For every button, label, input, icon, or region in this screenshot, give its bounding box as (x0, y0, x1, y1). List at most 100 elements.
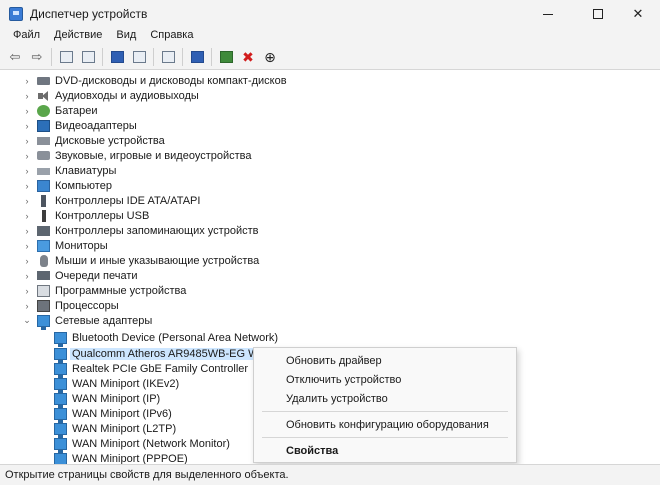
menu-action[interactable]: Действие (47, 29, 109, 41)
uninstall-x-icon: ✖ (242, 48, 254, 65)
chevron-right-icon[interactable]: › (22, 298, 32, 313)
properties-icon (59, 50, 73, 63)
close-button[interactable]: ✕ (616, 0, 660, 28)
chevron-right-icon[interactable]: › (22, 88, 32, 103)
properties-button[interactable] (57, 48, 75, 66)
chevron-down-icon[interactable]: ⌄ (22, 313, 32, 328)
chevron-right-icon[interactable]: › (22, 73, 32, 88)
printer-icon (161, 50, 175, 63)
tree-item-label: Компьютер (55, 179, 112, 192)
chevron-right-icon[interactable]: › (22, 118, 32, 133)
print-button[interactable] (159, 48, 177, 66)
view-icon (132, 50, 146, 63)
tree-item-label: WAN Miniport (Network Monitor) (72, 437, 230, 450)
computer-icon (37, 179, 50, 192)
tree-item-label: Звуковые, игровые и видеоустройства (55, 149, 252, 162)
tree-item-label: Клавиатуры (55, 164, 117, 177)
uninstall-button[interactable]: ✖ (239, 48, 257, 66)
monitor-icon (37, 239, 50, 252)
update-driver-menu-item[interactable]: Обновить драйвер (254, 352, 516, 370)
show-hide-icon (81, 50, 95, 63)
storage-controller-icon (37, 226, 50, 236)
download-button[interactable]: ⊕ (261, 48, 279, 66)
tree-item-label: Мониторы (55, 239, 108, 252)
print-queue-icon (37, 271, 50, 280)
tree-item-label: Процессоры (55, 299, 119, 312)
uninstall-device-menu-item[interactable]: Удалить устройство (254, 390, 516, 408)
chevron-right-icon[interactable]: › (22, 133, 32, 148)
processor-icon (37, 299, 50, 312)
network-adapter-icon (54, 362, 67, 378)
status-bar: Открытие страницы свойств для выделенног… (0, 464, 660, 485)
maximize-icon (593, 9, 603, 19)
tree-item-label: Очереди печати (55, 269, 138, 282)
menu-file[interactable]: Файл (6, 29, 47, 41)
chevron-right-icon[interactable]: › (22, 103, 32, 118)
minimize-button[interactable] (526, 0, 570, 28)
chevron-right-icon[interactable]: › (22, 253, 32, 268)
update-driver-button[interactable] (217, 48, 235, 66)
view-button[interactable] (130, 48, 148, 66)
usb-controller-icon (42, 209, 46, 222)
software-device-icon (37, 284, 50, 297)
network-adapter-icon (54, 422, 67, 438)
tree-item-label: Программные устройства (55, 284, 187, 297)
chevron-right-icon[interactable]: › (22, 223, 32, 238)
chevron-right-icon[interactable]: › (22, 163, 32, 178)
network-adapter-icon (54, 437, 67, 453)
video-adapter-icon (37, 119, 50, 132)
maximize-button[interactable] (576, 0, 620, 28)
tree-item-label: Дисковые устройства (55, 134, 165, 147)
tree-item-label: Аудиовходы и аудиовыходы (55, 89, 199, 102)
dvd-drive-icon (37, 77, 50, 85)
mouse-icon (40, 254, 48, 267)
toolbar-separator (153, 47, 154, 66)
tree-item-label: Видеоадаптеры (55, 119, 137, 132)
network-adapter-icon (54, 347, 67, 363)
scan-hardware-button[interactable] (188, 48, 206, 66)
network-adapter-icon (54, 392, 67, 408)
status-text: Открытие страницы свойств для выделенног… (5, 469, 289, 481)
toolbar-separator (211, 47, 212, 66)
network-adapter-icon (54, 331, 67, 347)
help-button[interactable] (108, 48, 126, 66)
menu-help[interactable]: Справка (143, 29, 200, 41)
menu-view[interactable]: Вид (109, 29, 143, 41)
tree-item-label: Контроллеры IDE ATA/ATAPI (55, 194, 201, 207)
tree-item-label: WAN Miniport (PPPOE) (72, 452, 188, 465)
chevron-right-icon[interactable]: › (22, 208, 32, 223)
network-adapter-icon (54, 377, 67, 393)
window-title: Диспетчер устройств (30, 7, 148, 21)
tree-item-label: WAN Miniport (IKEv2) (72, 377, 180, 390)
tree-item-label: WAN Miniport (L2TP) (72, 422, 177, 435)
update-driver-icon (219, 50, 233, 63)
tree-item-label: Realtek PCIe GbE Family Controller (72, 362, 249, 375)
chevron-right-icon[interactable]: › (22, 178, 32, 193)
tree-item-label: WAN Miniport (IPv6) (72, 407, 172, 420)
tree-item-label: Qualcomm Atheros AR9485WB-EG Wirele (70, 347, 282, 360)
chevron-right-icon[interactable]: › (22, 148, 32, 163)
back-button[interactable]: ⇦ (6, 48, 24, 66)
forward-button[interactable]: ⇨ (28, 48, 46, 66)
tree-item-label: Сетевые адаптеры (55, 314, 153, 327)
back-arrow-icon: ⇦ (9, 49, 21, 64)
menu-separator (262, 437, 508, 438)
chevron-right-icon[interactable]: › (22, 268, 32, 283)
network-adapter-icon (37, 314, 50, 330)
show-hide-button[interactable] (79, 48, 97, 66)
chevron-right-icon[interactable]: › (22, 193, 32, 208)
chevron-right-icon[interactable]: › (22, 283, 32, 298)
tree-item-label: WAN Miniport (IP) (72, 392, 161, 405)
tree-item-label: Bluetooth Device (Personal Area Network) (72, 331, 279, 344)
tree-item-label: Контроллеры USB (55, 209, 150, 222)
properties-menu-item[interactable]: Свойства (254, 442, 516, 460)
tree-item-label: DVD-дисководы и дисководы компакт-дисков (55, 74, 287, 87)
menu-bar: Файл Действие Вид Справка (0, 26, 660, 44)
chevron-right-icon[interactable]: › (22, 238, 32, 253)
menu-separator (262, 411, 508, 412)
scan-hardware-menu-item[interactable]: Обновить конфигурацию оборудования (254, 416, 516, 434)
disable-device-menu-item[interactable]: Отключить устройство (254, 371, 516, 389)
help-icon (110, 50, 124, 63)
audio-icon (37, 90, 50, 102)
network-adapter-icon (54, 407, 67, 423)
